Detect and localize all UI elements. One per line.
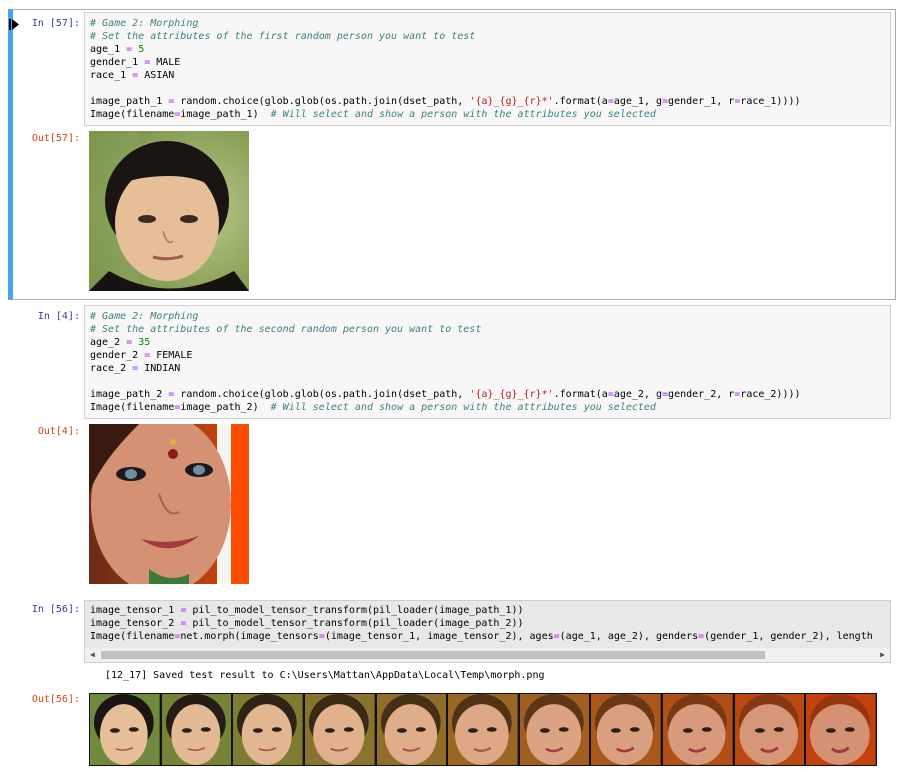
code-token: image_path_1 — [90, 96, 169, 107]
code-line: race_1 = ASIAN — [90, 69, 801, 82]
output-prompt: Out[56]: — [31, 694, 80, 705]
code-token: age_1, g — [613, 96, 663, 107]
code-token: age_2, g — [613, 389, 663, 400]
code-token: random.choice(glob.glob(os.path.join(dse… — [174, 389, 470, 400]
code-token: image_tensor_1 — [90, 605, 181, 616]
code-line: race_2 = INDIAN — [90, 362, 801, 375]
code-line: age_1 = 5 — [90, 43, 801, 56]
code-token: FEMALE — [150, 350, 193, 361]
code-line: image_path_2 = random.choice(glob.glob(o… — [90, 388, 801, 401]
morph-frame — [663, 694, 733, 765]
code-line: Image(filename=image_path_1) # Will sele… — [90, 108, 801, 121]
code-line: # Game 2: Morphing — [90, 17, 801, 30]
code-token: gender_2 — [90, 350, 145, 361]
morph-frame — [376, 694, 447, 765]
morph-frame — [519, 694, 590, 765]
horizontal-scrollbar[interactable]: ◀ ▶ — [84, 648, 891, 663]
code-token: gender_1, r — [668, 96, 735, 107]
code-token: race_2)))) — [740, 389, 801, 400]
code-line: Image(filename=net.morph(image_tensors=(… — [90, 630, 873, 643]
morph-frame — [90, 694, 160, 765]
code-line: age_2 = 35 — [90, 336, 801, 349]
code-token: # Set the attributes of the first random… — [90, 31, 476, 42]
code-token: image_path_1) — [180, 109, 271, 120]
code-text[interactable]: # Game 2: Morphing # Set the attributes o… — [90, 310, 801, 414]
output-image-woman — [89, 424, 249, 584]
code-token: MALE — [150, 57, 181, 68]
code-token: image_path_2) — [180, 402, 271, 413]
code-line: # Set the attributes of the first random… — [90, 30, 801, 43]
code-token: pil_to_model_tensor_transform(pil_loader… — [186, 618, 524, 629]
code-token: age_1 — [90, 44, 127, 55]
output-prompt: Out[57]: — [31, 133, 80, 144]
code-line: image_tensor_2 = pil_to_model_tensor_tra… — [90, 617, 873, 630]
code-token: random.choice(glob.glob(os.path.join(dse… — [174, 96, 470, 107]
code-line: image_path_1 = random.choice(glob.glob(o… — [90, 95, 801, 108]
stdout-output: [12_17] Saved test result to C:\Users\Ma… — [105, 670, 545, 681]
scroll-right-icon[interactable]: ▶ — [880, 650, 885, 659]
code-token: gender_2, r — [668, 389, 735, 400]
code-token: race_1 — [90, 70, 133, 81]
code-input-area[interactable]: # Game 2: Morphing # Set the attributes o… — [84, 12, 891, 126]
code-token: image_path_2 — [90, 389, 169, 400]
code-input-area[interactable]: image_tensor_1 = pil_to_model_tensor_tra… — [84, 600, 891, 648]
output-prompt: Out[4]: — [37, 426, 80, 437]
code-token: race_1)))) — [740, 96, 801, 107]
code-token: # Set the attributes of the second rando… — [90, 324, 482, 335]
code-line: image_tensor_1 = pil_to_model_tensor_tra… — [90, 604, 873, 617]
input-prompt: In [57]: — [31, 18, 80, 29]
code-token: ASIAN — [138, 70, 175, 81]
code-token: gender_1 — [90, 57, 145, 68]
code-token: Image(filename — [90, 109, 175, 120]
code-token: Image(filename — [90, 631, 175, 642]
code-input-area[interactable]: # Game 2: Morphing # Set the attributes o… — [84, 305, 891, 419]
output-image-child — [89, 131, 249, 291]
code-line: gender_1 = MALE — [90, 56, 801, 69]
morph-frame — [591, 694, 662, 765]
code-line: Image(filename=image_path_2) # Will sele… — [90, 401, 801, 414]
code-token: Image(filename — [90, 402, 175, 413]
code-token: (gender_1, gender_2), length — [704, 631, 873, 642]
input-prompt: In [4]: — [37, 311, 80, 322]
code-token: '{a}_{g}_{r}*' — [469, 96, 554, 107]
code-token: # Will select and show a person with the… — [270, 109, 656, 120]
code-text[interactable]: image_tensor_1 = pil_to_model_tensor_tra… — [90, 604, 873, 643]
code-token: '{a}_{g}_{r}*' — [469, 389, 554, 400]
morph-frame — [304, 694, 375, 765]
morph-frame — [448, 694, 518, 765]
code-token: 35 — [138, 337, 151, 348]
scroll-left-icon[interactable]: ◀ — [90, 650, 95, 659]
code-token: net.morph(image_tensors — [180, 631, 319, 642]
morph-result-strip — [89, 693, 877, 766]
code-token: pil_to_model_tensor_transform(pil_loader… — [186, 605, 524, 616]
code-token: # Game 2: Morphing — [90, 18, 199, 29]
code-line: gender_2 = FEMALE — [90, 349, 801, 362]
code-token: (image_tensor_1, image_tensor_2), ages — [324, 631, 554, 642]
code-token: .format(a — [553, 389, 608, 400]
code-token: race_2 — [90, 363, 133, 374]
code-token: age_2 — [90, 337, 127, 348]
code-line: # Game 2: Morphing — [90, 310, 801, 323]
code-token: (age_1, age_2), genders — [559, 631, 699, 642]
code-token: 5 — [138, 44, 145, 55]
code-line: # Set the attributes of the second rando… — [90, 323, 801, 336]
morph-frame — [161, 694, 232, 765]
code-token: .format(a — [553, 96, 608, 107]
input-prompt: In [56]: — [31, 604, 80, 615]
code-token: # Game 2: Morphing — [90, 311, 199, 322]
code-text[interactable]: # Game 2: Morphing # Set the attributes o… — [90, 17, 801, 121]
morph-frame — [806, 694, 877, 765]
code-token: image_tensor_2 — [90, 618, 181, 629]
code-token: INDIAN — [138, 363, 181, 374]
scrollbar-thumb[interactable] — [101, 651, 765, 659]
code-token: # Will select and show a person with the… — [270, 402, 656, 413]
morph-frame — [233, 694, 303, 765]
morph-frame — [734, 694, 805, 765]
